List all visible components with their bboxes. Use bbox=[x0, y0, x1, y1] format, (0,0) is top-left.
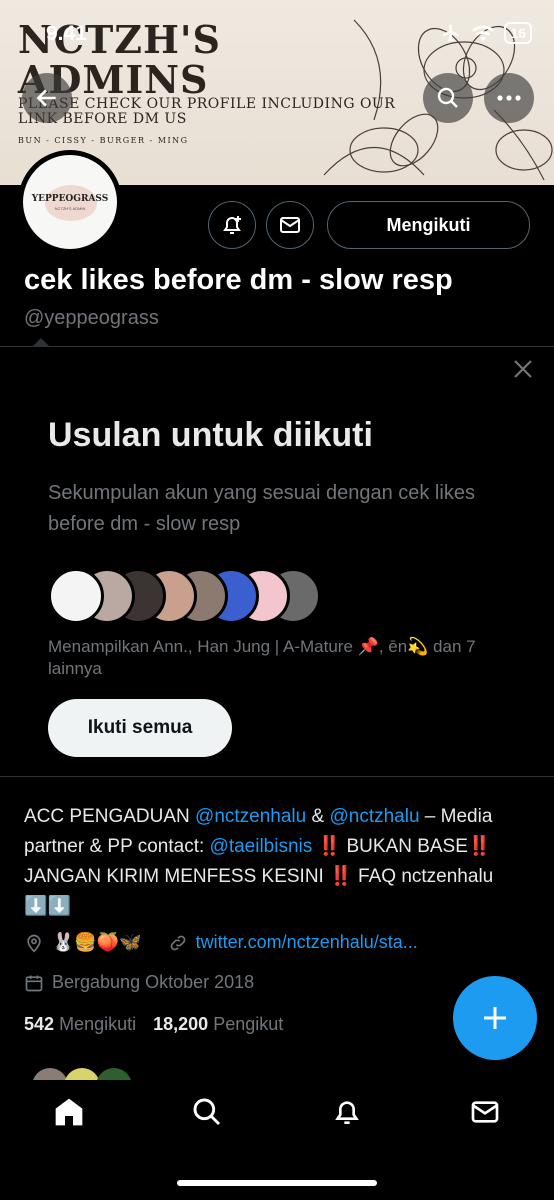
plus-icon bbox=[484, 1007, 506, 1029]
home-icon bbox=[55, 1098, 83, 1126]
avatar-subtext: NCTZH'S ADMIN bbox=[54, 205, 86, 211]
followed-by-avatars bbox=[33, 1068, 131, 1080]
suggested-account-avatar[interactable] bbox=[48, 568, 104, 624]
followers-count: 18,200 bbox=[153, 1014, 209, 1034]
message-button[interactable] bbox=[266, 201, 314, 249]
banner-subtitle: PLEASE CHECK OUR PROFILE INCLUDING OUR L… bbox=[18, 96, 396, 127]
display-name: cek likes before dm - slow resp bbox=[24, 264, 453, 296]
notification-subscribe-button[interactable] bbox=[208, 201, 256, 249]
home-indicator bbox=[177, 1180, 377, 1186]
search-icon bbox=[193, 1098, 221, 1126]
nav-messages[interactable] bbox=[467, 1094, 503, 1130]
suggestions-description: Sekumpulan akun yang sesuai dengan cek l… bbox=[48, 482, 475, 535]
location-and-link-row: 🐰🍔🍑🦋 twitter.com/nctzenhalu/sta... bbox=[24, 932, 418, 953]
location-pin-icon bbox=[27, 934, 41, 953]
joined-date: Bergabung Oktober 2018 bbox=[52, 972, 255, 992]
suggested-avatars[interactable] bbox=[48, 568, 348, 624]
following-stat[interactable]: 542 Mengikuti bbox=[24, 1014, 136, 1034]
divider bbox=[0, 776, 554, 777]
wifi-icon bbox=[472, 25, 495, 42]
bell-icon bbox=[335, 1101, 359, 1124]
followers-label: Pengikut bbox=[213, 1014, 284, 1034]
avatar-image: YEPPEOGRASS NCTZH'S ADMIN bbox=[23, 155, 117, 249]
avatar[interactable]: YEPPEOGRASS NCTZH'S ADMIN bbox=[18, 150, 122, 254]
banner-admin-names: BUN - CISSY - BURGER - MING bbox=[18, 136, 189, 145]
mail-icon bbox=[280, 217, 300, 233]
status-time: 9.41 bbox=[46, 22, 87, 45]
mention-link[interactable]: @nctzenhalu bbox=[195, 806, 306, 827]
mention-link[interactable]: @taeilbisnis bbox=[210, 836, 313, 857]
back-button[interactable] bbox=[22, 73, 72, 123]
followers-stat[interactable]: 18,200 Pengikut bbox=[153, 1014, 283, 1034]
link-icon bbox=[170, 935, 186, 950]
following-label: Mengikuti bbox=[59, 1014, 137, 1034]
airplane-icon bbox=[443, 24, 459, 42]
arrow-left-icon bbox=[36, 89, 56, 107]
status-bar: 9.41 16 bbox=[0, 0, 554, 70]
status-icons: 16 bbox=[440, 22, 532, 44]
avatar-text: YEPPEOGRASS bbox=[31, 193, 109, 204]
bio-text: & bbox=[306, 806, 330, 827]
calendar-icon bbox=[25, 975, 43, 991]
mail-icon bbox=[471, 1101, 499, 1123]
close-icon[interactable] bbox=[512, 358, 534, 380]
bio-text: ACC PENGADUAN bbox=[24, 806, 196, 827]
follow-stats: 542 Mengikuti 18,200 Pengikut bbox=[24, 1014, 283, 1035]
profile-bio: ACC PENGADUAN @nctzenhalu & @nctzhalu – … bbox=[24, 802, 534, 922]
username-handle: @yeppeograss bbox=[24, 307, 159, 329]
joined-row: Bergabung Oktober 2018 bbox=[24, 972, 254, 993]
profile-url[interactable]: twitter.com/nctzenhalu/sta... bbox=[196, 932, 418, 953]
nav-home[interactable] bbox=[51, 1094, 87, 1130]
more-options-button[interactable] bbox=[484, 73, 534, 123]
more-dots-icon bbox=[497, 95, 521, 101]
search-icon bbox=[437, 87, 458, 108]
nav-search[interactable] bbox=[189, 1094, 225, 1130]
suggestions-note: Menampilkan Ann., Han Jung | A-Mature 📌,… bbox=[48, 637, 476, 678]
nav-notifications[interactable] bbox=[329, 1094, 365, 1130]
bell-plus-icon bbox=[223, 216, 241, 234]
battery-indicator: 16 bbox=[504, 22, 532, 44]
follow-all-button[interactable]: Ikuti semua bbox=[48, 699, 232, 757]
mention-link[interactable]: @nctzhalu bbox=[329, 806, 419, 827]
panel-pointer bbox=[32, 338, 50, 347]
search-button[interactable] bbox=[423, 73, 473, 123]
suggestions-title: Usulan untuk diikuti bbox=[48, 416, 373, 454]
following-count: 542 bbox=[24, 1014, 55, 1034]
following-button[interactable]: Mengikuti bbox=[327, 201, 530, 249]
compose-tweet-button[interactable] bbox=[453, 976, 537, 1060]
location-text: 🐰🍔🍑🦋 bbox=[52, 932, 142, 952]
